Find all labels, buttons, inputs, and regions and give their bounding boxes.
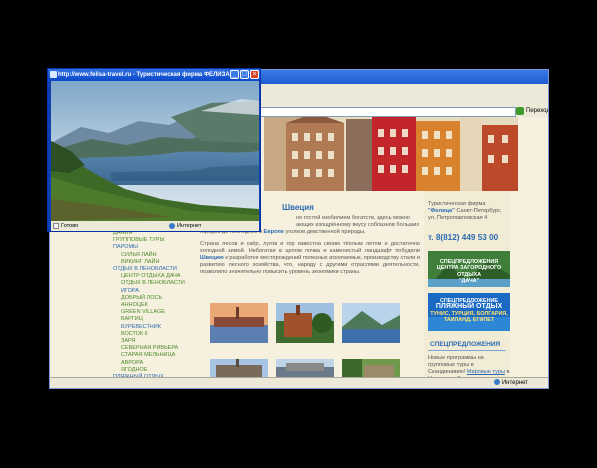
beach-banner-line-4: ТАИЛАНД, ЕГИПЕТ: [443, 317, 495, 324]
close-icon: ×: [252, 71, 257, 78]
fjord-landscape-image: [51, 81, 259, 221]
main-status-zone-label: Интернет: [501, 380, 528, 386]
description-start: Страна лесов и озёр, лугов и гор известн…: [200, 241, 420, 254]
internet-zone-icon: [493, 379, 500, 386]
europe-highlight: Европе: [263, 229, 285, 235]
side-menu-item[interactable]: СИЛЬЯ ЛАЙН: [113, 252, 203, 259]
gallery-thumb-6[interactable]: [342, 359, 400, 379]
dacha-banner[interactable]: СПЕЦПРЕДЛОЖЕНИЯ ЦЕНТРА ЗАГОРОДНОГО ОТДЫХ…: [428, 251, 510, 287]
ie-page-icon: [50, 71, 57, 78]
address-input[interactable]: [260, 107, 516, 117]
side-menu-item[interactable]: АВРОРА: [113, 360, 203, 367]
beach-banner[interactable]: СПЕЦПРЕДЛОЖЕНИЕ ПЛЯЖНЫЙ ОТДЫХ ТУНИС, ТУР…: [428, 293, 510, 331]
go-arrow-icon[interactable]: [516, 107, 524, 115]
gallery-thumb-3[interactable]: [342, 303, 400, 343]
main-status-bar: Интернет: [50, 377, 548, 388]
popup-titlebar[interactable]: http://www.felisa-travel.ru - Туристичес…: [48, 69, 260, 81]
side-menu-item[interactable]: ИГОРА: [113, 288, 203, 295]
firm-info: Туристическая фирма "Фелица" Санкт-Петер…: [428, 201, 510, 222]
popup-window: http://www.felisa-travel.ru - Туристичес…: [47, 68, 261, 232]
side-menu-item[interactable]: АННОЦЕК: [113, 302, 203, 309]
beach-banner-text: СПЕЦПРЕДЛОЖЕНИЕ ПЛЯЖНЫЙ ОТДЫХ ТУНИС, ТУР…: [428, 298, 510, 324]
firm-name: "Фелица": [428, 208, 455, 214]
beach-banner-line-2: ПЛЯЖНЫЙ ОТДЫХ: [435, 303, 503, 311]
dacha-banner-line-1: СПЕЦПРЕДЛОЖЕНИЯ: [439, 259, 499, 265]
side-menu-item[interactable]: ОТДЫХ В ЛЕНОБЛАСТИ: [113, 266, 203, 273]
header-photo: [264, 117, 518, 191]
special-offers-heading: СПЕЦПРЕДЛОЖЕНИЯ: [430, 341, 501, 348]
side-menu-item[interactable]: БУРЕВЕСТНИК: [113, 324, 203, 331]
side-menu-item[interactable]: ВОСТОК 6: [113, 331, 203, 338]
side-menu-item[interactable]: ЗАРЯ: [113, 338, 203, 345]
side-menu-item[interactable]: СТАРАЯ МЕЛЬНИЦА: [113, 352, 203, 359]
side-menu-item[interactable]: СЕВЕРНАЯ РИВЬЕРА: [113, 345, 203, 352]
maximize-button[interactable]: □: [240, 70, 249, 79]
gallery-thumb-2[interactable]: [276, 303, 334, 343]
internet-zone-icon: [169, 223, 175, 229]
side-menu-item[interactable]: ВИКИНГ ЛАЙН: [113, 259, 203, 266]
side-menu-item[interactable]: ЦЕНТР ОТДЫХА ДАЧА: [113, 273, 203, 280]
side-menu: ДАНИЯ ГРУППОВЫЕ ТУРЫ ПАРОМЫ СИЛЬЯ ЛАЙН ВИКИН…: [113, 230, 203, 379]
popup-title: http://www.felisa-travel.ru - Туристичес…: [58, 72, 230, 78]
dacha-banner-line-2: ЦЕНТРА ЗАГОРОДНОГО ОТДЫХА: [436, 265, 502, 278]
special-offers-divider: [428, 350, 506, 351]
phone-number: т. 8(812) 449 53 00: [428, 233, 499, 242]
firm-intro: Туристическая фирма: [428, 201, 486, 207]
news-link[interactable]: Мировые туры: [467, 369, 505, 375]
popup-status-bar: Готово Интернет: [51, 221, 259, 231]
side-menu-item[interactable]: ГРУППОВЫЕ ТУРЫ: [113, 237, 203, 244]
description-paragraph: Страна лесов и озёр, лугов и гор известн…: [200, 241, 420, 276]
right-column: Туристическая фирма "Фелица" Санкт-Петер…: [424, 191, 510, 379]
side-menu-item[interactable]: GREEN VILLAGE: [113, 309, 203, 316]
go-button[interactable]: Переход: [526, 106, 548, 116]
intro-line-3-end: уголков девственной природы.: [285, 229, 366, 235]
gallery-thumb-5[interactable]: [276, 359, 334, 379]
side-menu-item[interactable]: ПАРОМЫ: [113, 244, 203, 251]
minimize-button[interactable]: _: [230, 70, 239, 79]
page-title: Швеция: [282, 203, 314, 212]
gallery-thumb-4[interactable]: [210, 359, 268, 379]
side-menu-item[interactable]: ЯГОДНОЕ: [113, 367, 203, 374]
beach-banner-line-3: ТУНИС, ТУРЦИЯ, БОЛГАРИЯ,: [430, 310, 508, 317]
sweden-highlight: Швецию: [200, 255, 224, 261]
stockholm-houses-image: [264, 117, 518, 191]
side-menu-item[interactable]: БАРГИЦ: [113, 316, 203, 323]
side-menu-item[interactable]: ОТДЫХ В ЛЕНОБЛАСТИ: [113, 280, 203, 287]
dacha-banner-line-3: "ДАЧА": [458, 278, 480, 285]
maximize-icon: □: [242, 71, 247, 78]
description-end: к разработке месторождений полезных иско…: [200, 255, 420, 275]
news-text: Новые программы на групповые туры в Скан…: [428, 355, 510, 379]
side-menu-item[interactable]: ДОБРЫЙ ЛОСЬ: [113, 295, 203, 302]
dacha-banner-text: СПЕЦПРЕДЛОЖЕНИЯ ЦЕНТРА ЗАГОРОДНОГО ОТДЫХ…: [428, 259, 510, 285]
page-done-icon: [53, 223, 59, 229]
gallery-thumb-1[interactable]: [210, 303, 268, 343]
popup-status-zone: Интернет: [177, 223, 202, 229]
main-status-zone: Интернет: [493, 379, 528, 387]
popup-status-text: Готово: [61, 223, 79, 229]
close-button[interactable]: ×: [250, 70, 259, 79]
minimize-icon: _: [232, 71, 237, 78]
